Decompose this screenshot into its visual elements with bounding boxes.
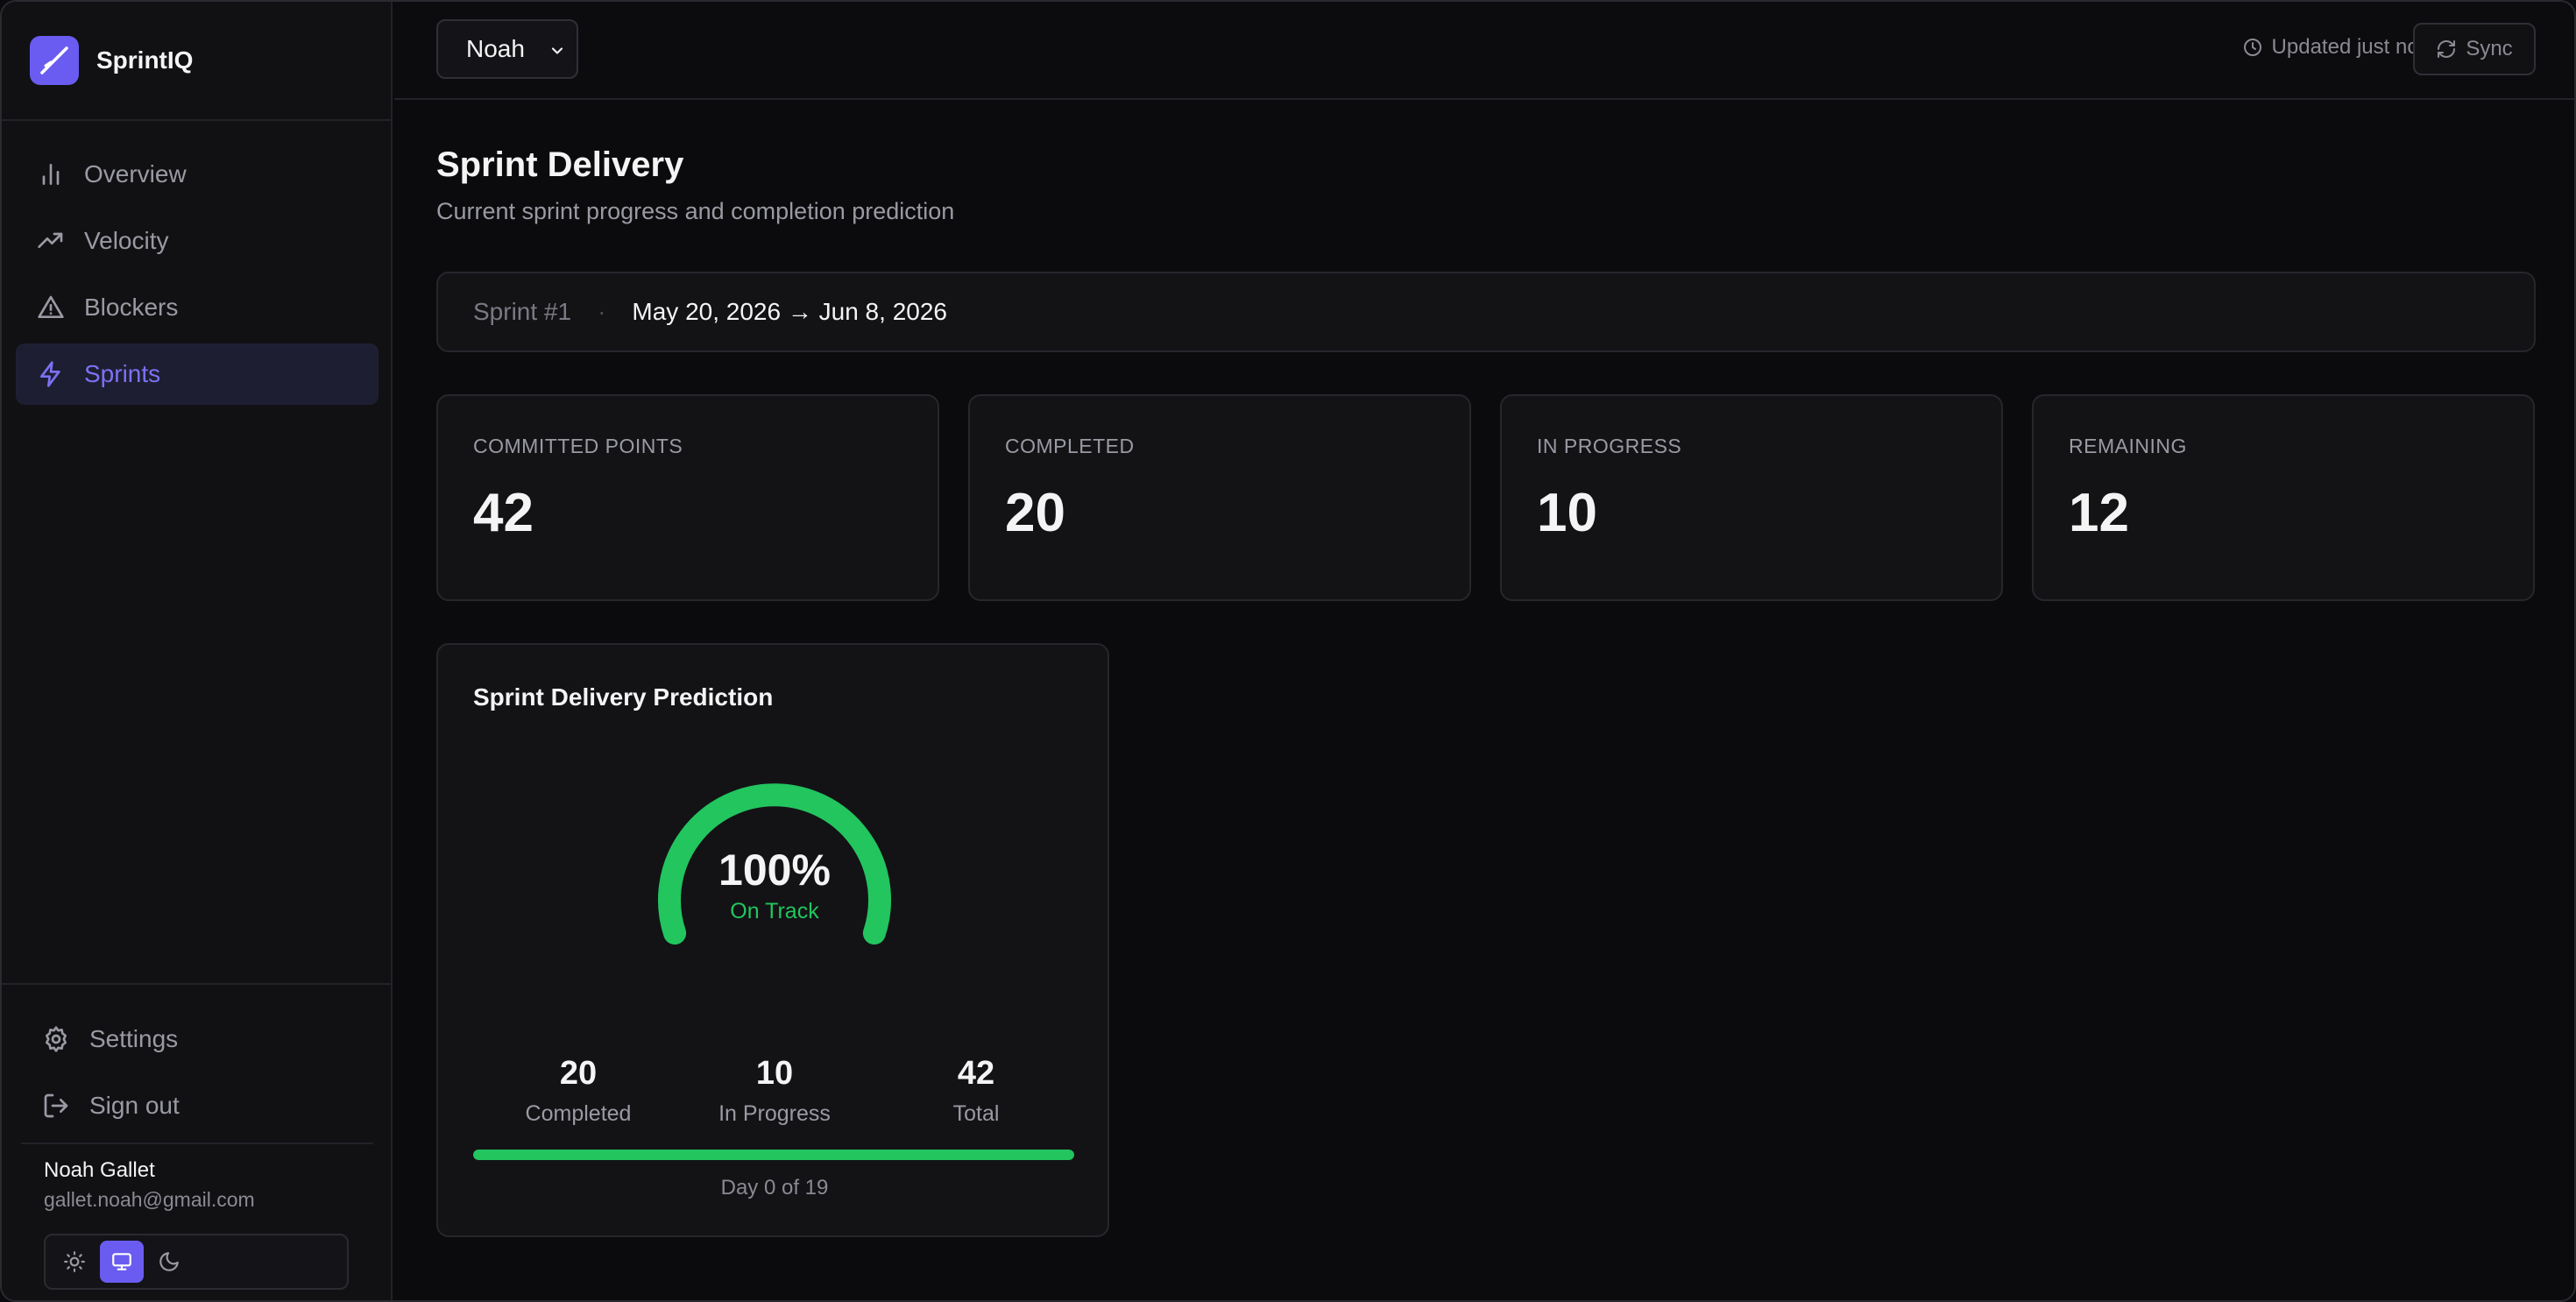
page-title: Sprint Delivery (436, 145, 684, 184)
sidebar-item-label: Overview (84, 160, 187, 188)
alert-triangle-icon (38, 295, 64, 318)
sidebar-item-overview[interactable]: Overview (16, 144, 379, 205)
theme-light-button[interactable] (53, 1241, 96, 1283)
sign-out-link[interactable]: Sign out (42, 1079, 180, 1132)
log-out-icon (44, 1093, 68, 1118)
prediction-in-progress-value: 10 (755, 1055, 794, 1092)
sidebar-item-velocity[interactable]: Velocity (16, 210, 379, 272)
sidebar: SprintIQ Overview Velocity Blockers Spri… (2, 2, 393, 1300)
gear-icon (46, 1026, 67, 1052)
user-name: Noah Gallet (44, 1158, 155, 1182)
stat-label: COMMITTED POINTS (473, 435, 683, 457)
stat-value: 12 (2069, 483, 2129, 543)
prediction-completed-value: 20 (559, 1055, 598, 1092)
stat-card-committed: COMMITTED POINTS 42 (436, 394, 939, 601)
refresh-icon (2438, 40, 2456, 58)
stat-label: IN PROGRESS (1537, 435, 1682, 457)
prediction-percent: 100% (718, 846, 831, 895)
moon-icon (159, 1252, 179, 1271)
settings-label: Settings (89, 1025, 179, 1052)
main-content: Sprint Delivery Current sprint progress … (394, 100, 2574, 1300)
stat-value: 42 (473, 483, 534, 543)
chevron-down-icon (551, 47, 563, 54)
stat-card-completed: COMPLETED 20 (968, 394, 1471, 601)
page-subtitle: Current sprint progress and completion p… (436, 198, 955, 224)
stat-value: 20 (1005, 483, 1065, 543)
brand[interactable]: SprintIQ (2, 2, 393, 121)
stat-value: 10 (1537, 483, 1597, 543)
prediction-in-progress-label: In Progress (718, 1101, 831, 1126)
sidebar-item-label: Sprints (84, 360, 161, 387)
prediction-title: Sprint Delivery Prediction (473, 683, 774, 711)
last-updated: Updated just now (2242, 35, 2434, 60)
last-updated-text: Updated just now (2271, 35, 2434, 59)
prediction-total: 42 Total (888, 1055, 1064, 1127)
stat-label: COMPLETED (1005, 435, 1135, 457)
prediction-in-progress: 10 In Progress (687, 1055, 862, 1127)
zap-icon (40, 361, 60, 387)
top-bar: Noah Updated just now Sync (394, 2, 2574, 100)
sprint-dates: May 20, 2026 → Jun 8, 2026 (632, 298, 947, 325)
user-select[interactable]: Noah (436, 19, 578, 79)
monitor-icon (112, 1253, 131, 1270)
prediction-card: Sprint Delivery Prediction 100% On Track… (436, 643, 1109, 1237)
sprint-separator: · (598, 298, 606, 325)
sync-button[interactable]: Sync (2413, 23, 2536, 75)
sync-label: Sync (2466, 37, 2513, 60)
sun-icon (64, 1251, 85, 1272)
app-name: SprintIQ (96, 46, 194, 74)
bar-chart-icon (42, 164, 60, 185)
prediction-status: On Track (730, 899, 819, 923)
clock-icon (2243, 39, 2261, 56)
sprint-day-text: Day 0 of 19 (720, 1176, 829, 1199)
divider (21, 1143, 373, 1144)
sidebar-footer: Settings Sign out Noah Gallet gallet.noa… (2, 983, 393, 1300)
theme-dark-button[interactable] (147, 1241, 191, 1283)
sidebar-nav: Overview Velocity Blockers Sprints (16, 144, 379, 410)
stat-label: REMAINING (2069, 435, 2187, 457)
sidebar-item-blockers[interactable]: Blockers (16, 277, 379, 338)
app-window: SprintIQ Overview Velocity Blockers Spri… (0, 0, 2576, 1302)
prediction-total-value: 42 (957, 1055, 995, 1092)
sidebar-item-label: Velocity (84, 227, 169, 254)
sprint-progress-fill (473, 1150, 1074, 1160)
stat-card-remaining: REMAINING 12 (2032, 394, 2535, 601)
sidebar-item-label: Blockers (84, 294, 179, 321)
trending-up-icon (38, 232, 63, 248)
sign-out-label: Sign out (89, 1092, 180, 1119)
sprint-progress-bar (473, 1150, 1074, 1160)
user-select-value: Noah (466, 35, 525, 62)
theme-system-button[interactable] (100, 1241, 144, 1283)
prediction-completed-label: Completed (525, 1101, 632, 1126)
settings-link[interactable]: Settings (42, 1013, 178, 1065)
sprint-info-bar: Sprint #1 · May 20, 2026 → Jun 8, 2026 (436, 272, 2536, 352)
prediction-total-label: Total (952, 1101, 1000, 1126)
user-email: gallet.noah@gmail.com (44, 1188, 255, 1211)
theme-switcher (44, 1234, 349, 1290)
stat-card-in-progress: IN PROGRESS 10 (1500, 394, 2003, 601)
logo-icon (30, 36, 79, 85)
sprint-name: Sprint #1 (473, 298, 572, 325)
sidebar-item-sprints[interactable]: Sprints (16, 343, 379, 405)
prediction-completed: 20 Completed (491, 1055, 666, 1127)
